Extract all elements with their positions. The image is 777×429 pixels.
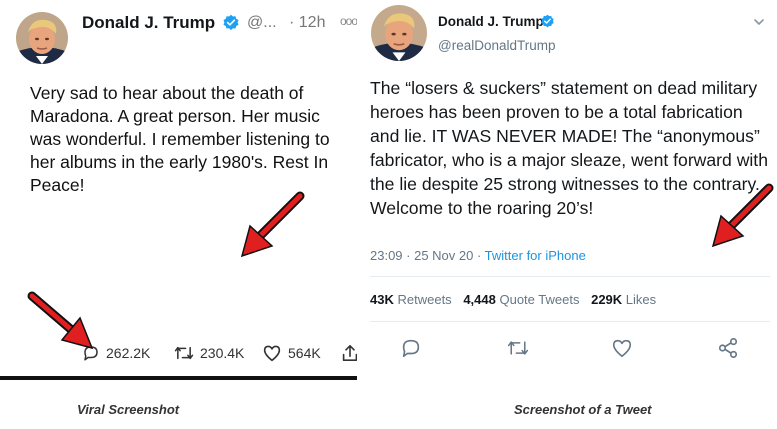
likes-label: Likes [625,292,657,307]
source-link[interactable]: Twitter for iPhone [485,248,586,263]
tweet-time: · 12h [289,14,326,31]
like-count: 564K [288,345,321,361]
quote-tweets-label: Quote Tweets [499,292,580,307]
likes-count: 229K [591,292,623,307]
timestamp-text[interactable]: 23:09 · 25 Nov 20 · [370,248,485,263]
comparison-image: Donald J. Trump @... · 12h ooo Very sad … [0,0,777,429]
retweet-icon[interactable] [507,337,529,359]
tweet-timestamp: 23:09 · 25 Nov 20 · Twitter for iPhone [370,248,586,263]
avatar[interactable] [16,12,68,64]
like-icon[interactable] [611,337,633,359]
more-icon[interactable]: ooo [340,14,357,28]
share-icon[interactable] [717,337,739,359]
caption-tweet-screenshot: Screenshot of a Tweet [514,402,652,417]
retweets-stat[interactable]: 43K Retweets [370,292,452,307]
share-icon [342,345,357,361]
like-button[interactable]: 564K [262,344,321,362]
divider [370,321,770,322]
verified-badge-icon [223,14,239,31]
arrow-annotation-icon [27,291,94,350]
quote-tweets-stat[interactable]: 4,448 Quote Tweets [463,292,579,307]
retweets-count: 43K [370,292,394,307]
arrow-annotation-icon [711,183,774,248]
engagement-stats: 43K Retweets 4,448 Quote Tweets 229K Lik… [370,292,656,307]
author-name[interactable]: Donald J. Trump [82,13,215,33]
reply-icon[interactable] [400,337,422,359]
chevron-down-icon[interactable] [753,16,765,28]
like-icon [263,345,281,362]
tweet-text: Very sad to hear about the death of Mara… [30,83,330,195]
retweets-label: Retweets [397,292,452,307]
tweet-actions: 262.2K 230.4K 564K [82,344,357,366]
likes-stat[interactable]: 229K Likes [591,292,656,307]
retweet-icon [174,346,194,360]
reply-count: 262.2K [106,345,151,361]
retweet-count: 230.4K [200,345,245,361]
author-handle[interactable]: @... [247,14,277,32]
screenshot-bottom-border [0,376,357,380]
author-name[interactable]: Donald J. Trump [438,14,544,29]
author-handle[interactable]: @realDonaldTrump [438,38,556,53]
caption-viral-screenshot: Viral Screenshot [77,402,180,417]
retweet-button[interactable]: 230.4K [174,344,244,362]
arrow-annotation-icon [240,191,305,258]
quote-tweets-count: 4,448 [463,292,496,307]
divider [370,276,770,277]
verified-badge-icon [541,14,554,28]
avatar[interactable] [371,5,427,61]
share-button[interactable] [342,344,357,362]
